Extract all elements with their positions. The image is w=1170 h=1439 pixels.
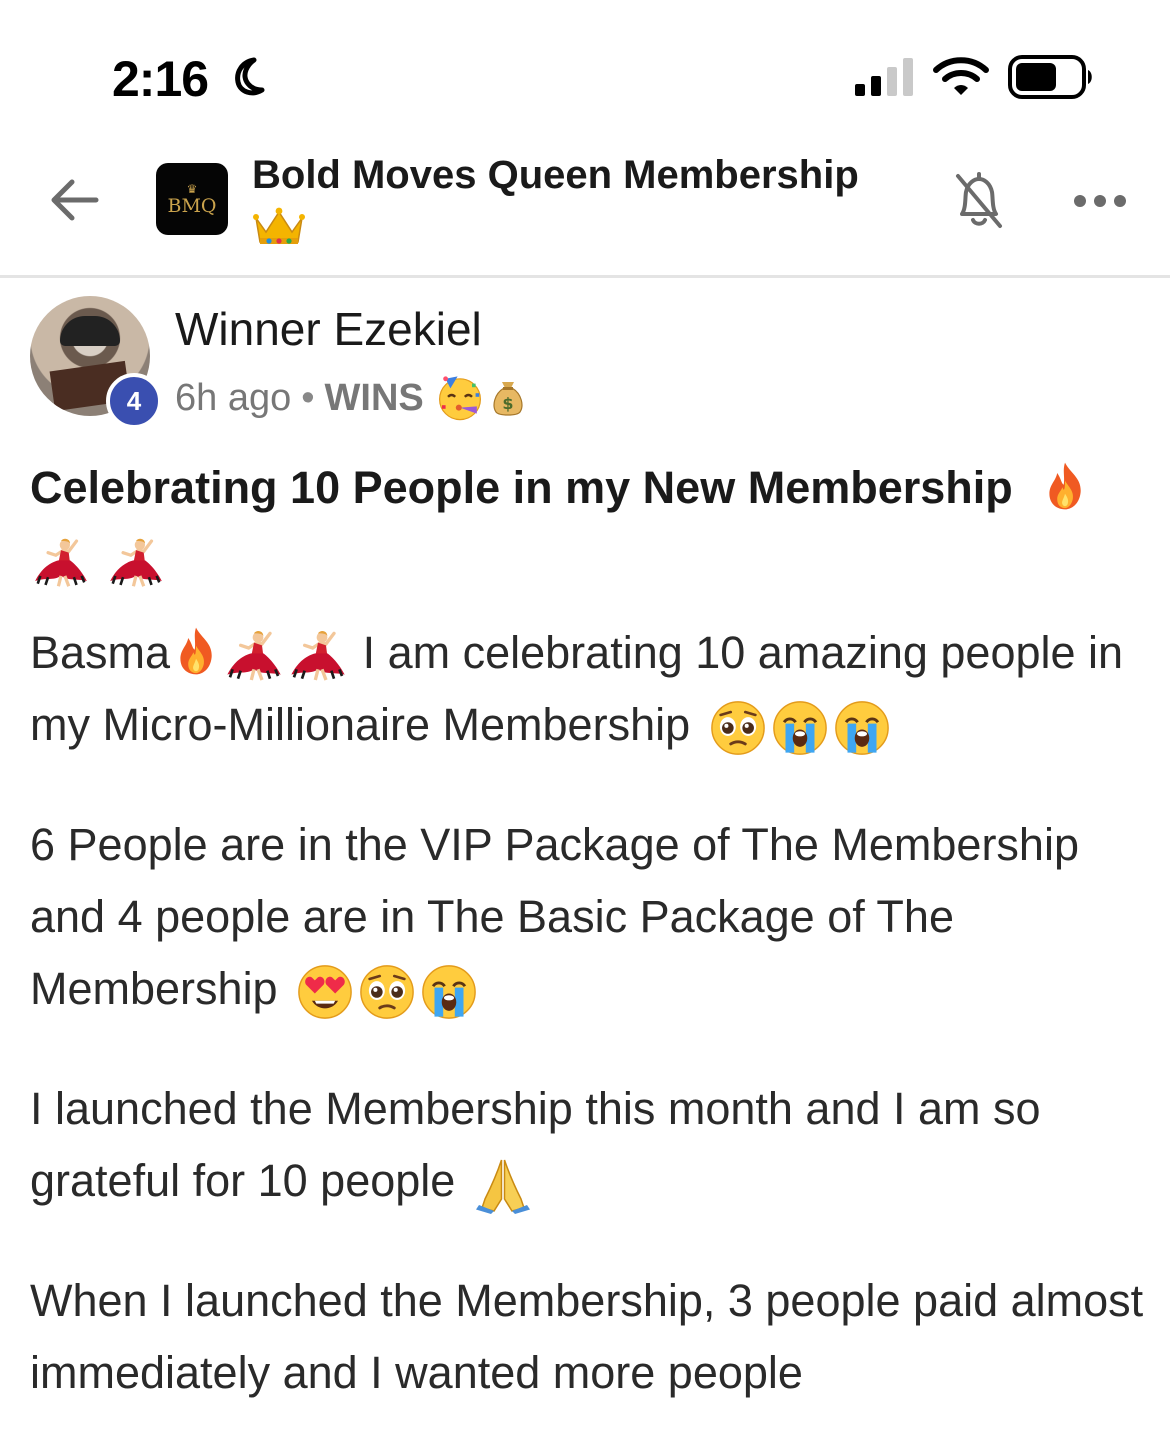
back-button[interactable] [44,170,104,230]
logo-text: BMQ [167,194,217,217]
bell-off-icon[interactable] [950,168,1008,232]
paragraph-3-text: I launched the Membership this month and… [30,1083,1041,1206]
post-title-text: Celebrating 10 People in my New Membersh… [30,462,1013,513]
level-badge: 4 [106,373,162,429]
paragraph-2-text: 6 People are in the VIP Package of The M… [30,819,1079,1014]
paragraph-1-lead: Basma [30,627,171,678]
group-title[interactable]: Bold Moves Queen Membership [252,150,902,200]
avatar-hat-shape [60,316,120,346]
sob-face-emoji-icon [771,699,829,757]
status-time: 2:16 [112,51,209,107]
dancer-emoji-icon [222,628,286,684]
pleading-face-emoji-icon [709,699,767,757]
dancer-emoji-icon [286,628,350,684]
battery-icon [1008,55,1092,99]
cellular-signal-icon [855,58,913,96]
post-title: Celebrating 10 People in my New Membersh… [30,452,1140,596]
moon-icon [235,57,265,96]
paragraph-3: I launched the Membership this month and… [30,1073,1150,1217]
dancer-emoji-icon [30,535,92,591]
folded-hands-emoji-icon [472,1154,534,1214]
sob-face-emoji-icon [833,699,891,757]
money-bag-emoji-icon [488,374,528,422]
paragraph-2: 6 People are in the VIP Package of The M… [30,809,1150,1025]
sob-face-emoji-icon [420,963,478,1021]
wifi-icon [933,57,989,95]
paragraph-4-text: When I launched the Membership, 3 people… [30,1275,1144,1398]
post-category[interactable]: WINS [325,377,424,420]
author-name[interactable]: Winner Ezekiel [175,302,482,356]
group-header: ♛ BMQ Bold Moves Queen Membership [0,140,1170,278]
pleading-face-emoji-icon [358,963,416,1021]
more-options-icon[interactable] [1070,186,1130,216]
dancer-emoji-icon [105,535,167,591]
partying-face-emoji-icon [436,374,484,422]
paragraph-4: When I launched the Membership, 3 people… [30,1265,1150,1409]
logo-crown-icon: ♛ [186,181,198,196]
crown-emoji-icon [252,204,306,248]
paragraph-1: Basma I am celebrating 10 amazing people… [30,617,1150,761]
heart-eyes-emoji-icon [296,963,354,1021]
group-logo[interactable]: ♛ BMQ [156,163,228,235]
fire-emoji-icon [170,622,222,680]
post-meta: 6h ago • WINS [175,370,528,426]
meta-separator: • [301,376,315,419]
status-bar: 2:16 [0,0,1170,140]
fire-emoji-icon [1039,456,1091,516]
post-body: Basma I am celebrating 10 amazing people… [30,617,1150,1409]
post-time: 6h ago [175,376,292,419]
